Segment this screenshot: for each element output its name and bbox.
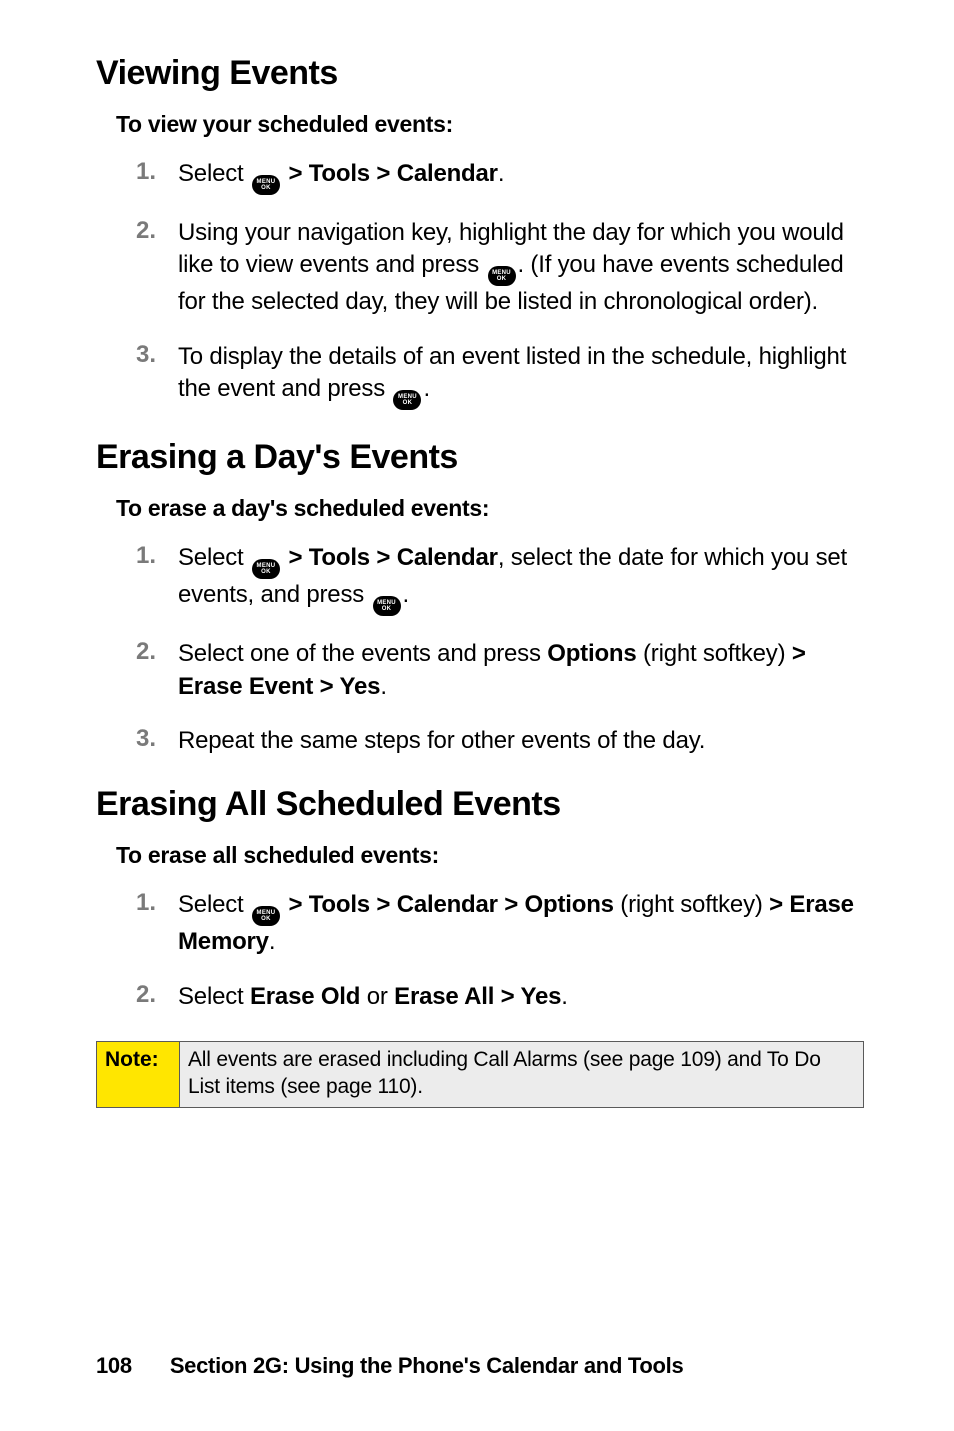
note-box: Note: All events are erased including Ca…: [96, 1041, 864, 1108]
list-item: 2. Select Erase Old or Erase All > Yes.: [96, 981, 864, 1013]
list-item: 3. To display the details of an event li…: [96, 341, 864, 410]
step-bold: > Tools > Calendar: [282, 544, 498, 571]
step-body: Select one of the events and press Optio…: [178, 638, 864, 703]
menu-ok-icon: MENUOK: [252, 906, 280, 926]
menu-ok-icon: MENUOK: [252, 175, 280, 195]
note-label: Note:: [97, 1042, 180, 1107]
steps-erasing-all: 1. Select MENUOK > Tools > Calendar > Op…: [96, 889, 864, 1013]
step-body: Select MENUOK > Tools > Calendar, select…: [178, 542, 864, 616]
step-text: (right softkey): [614, 891, 769, 918]
heading-erasing-day: Erasing a Day's Events: [96, 438, 864, 477]
step-number: 2.: [96, 217, 178, 245]
step-text: (right softkey): [637, 640, 792, 667]
step-text: Select: [178, 544, 250, 571]
step-number: 1.: [96, 542, 178, 570]
heading-erasing-all: Erasing All Scheduled Events: [96, 785, 864, 824]
step-number: 1.: [96, 889, 178, 917]
page-footer: 108 Section 2G: Using the Phone's Calenda…: [96, 1353, 683, 1379]
step-text: .: [403, 581, 409, 608]
step-text: .: [561, 983, 567, 1010]
step-body: Repeat the same steps for other events o…: [178, 725, 864, 757]
steps-viewing-events: 1. Select MENUOK > Tools > Calendar. 2. …: [96, 158, 864, 410]
list-item: 2. Using your navigation key, highlight …: [96, 217, 864, 319]
list-item: 1. Select MENUOK > Tools > Calendar.: [96, 158, 864, 195]
step-number: 3.: [96, 341, 178, 369]
menu-ok-icon: MENUOK: [488, 266, 516, 286]
step-text: .: [269, 928, 275, 955]
menu-ok-icon: MENUOK: [373, 596, 401, 616]
step-text: or: [360, 983, 394, 1010]
intro-erasing-day: To erase a day's scheduled events:: [116, 495, 864, 522]
step-text: .: [423, 375, 429, 402]
step-bold: > Tools > Calendar: [288, 160, 497, 187]
step-bold: Erase Old: [250, 983, 360, 1010]
step-body: Using your navigation key, highlight the…: [178, 217, 864, 319]
list-item: 1. Select MENUOK > Tools > Calendar, sel…: [96, 542, 864, 616]
menu-ok-icon: MENUOK: [393, 390, 421, 410]
step-body: Select Erase Old or Erase All > Yes.: [178, 981, 864, 1013]
footer-title: Section 2G: Using the Phone's Calendar a…: [170, 1353, 684, 1378]
step-body: To display the details of an event liste…: [178, 341, 864, 410]
step-number: 1.: [96, 158, 178, 186]
menu-ok-icon: MENUOK: [252, 559, 280, 579]
step-text: Select one of the events and press: [178, 640, 547, 667]
step-number: 2.: [96, 638, 178, 666]
step-text: Select: [178, 891, 250, 918]
intro-erasing-all: To erase all scheduled events:: [116, 842, 864, 869]
note-body: All events are erased including Call Ala…: [180, 1042, 863, 1107]
step-text: To display the details of an event liste…: [178, 343, 846, 402]
step-text: Select: [178, 160, 250, 187]
page-number: 108: [96, 1353, 132, 1378]
step-text: .: [498, 160, 504, 187]
list-item: 1. Select MENUOK > Tools > Calendar > Op…: [96, 889, 864, 958]
steps-erasing-day: 1. Select MENUOK > Tools > Calendar, sel…: [96, 542, 864, 757]
step-number: 3.: [96, 725, 178, 753]
list-item: 2. Select one of the events and press Op…: [96, 638, 864, 703]
step-bold: > Tools > Calendar > Options: [282, 891, 614, 918]
step-body: Select MENUOK > Tools > Calendar.: [178, 158, 864, 195]
step-body: Select MENUOK > Tools > Calendar > Optio…: [178, 889, 864, 958]
list-item: 3. Repeat the same steps for other event…: [96, 725, 864, 757]
step-bold: Erase All > Yes: [394, 983, 561, 1010]
step-text: Select: [178, 983, 250, 1010]
heading-viewing-events: Viewing Events: [96, 54, 864, 93]
step-number: 2.: [96, 981, 178, 1009]
step-bold: Options: [547, 640, 636, 667]
intro-viewing-events: To view your scheduled events:: [116, 111, 864, 138]
step-text: .: [380, 673, 386, 700]
step-text: , select the date for which you set even…: [178, 544, 847, 608]
page-content: Viewing Events To view your scheduled ev…: [0, 0, 954, 1108]
